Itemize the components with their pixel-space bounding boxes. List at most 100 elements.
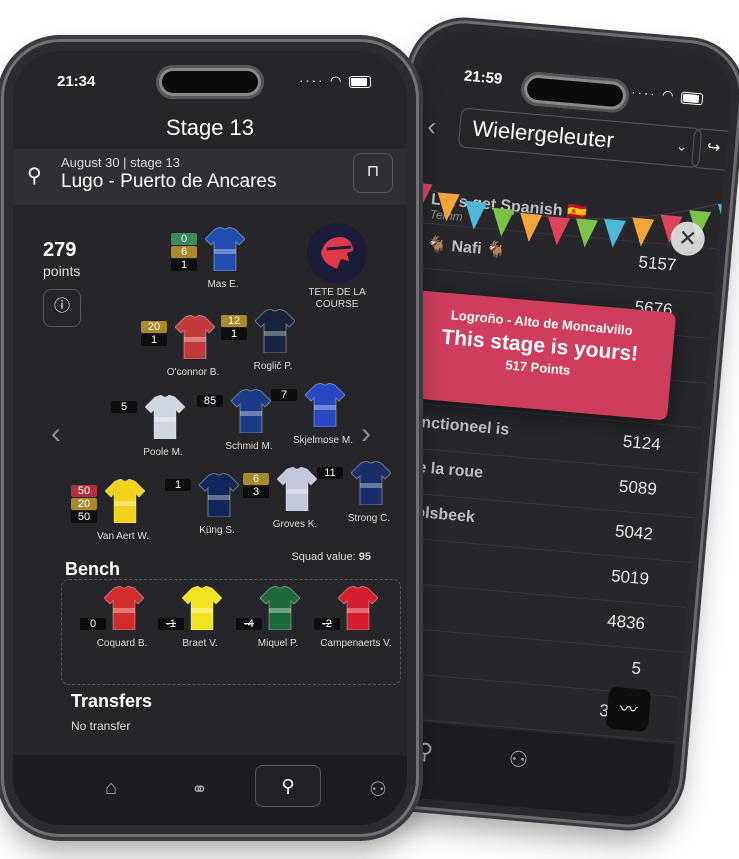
signal-icon: ···· xyxy=(299,73,325,88)
back-chevron-icon[interactable]: ‹ xyxy=(426,111,437,143)
points-chip: 20 xyxy=(71,498,97,510)
transfers-status: No transfer xyxy=(71,719,131,733)
jersey-icon xyxy=(174,314,216,360)
chart-button[interactable]: 〰 xyxy=(605,686,652,733)
bunting-flag xyxy=(717,204,735,233)
points-chip: -1 xyxy=(158,618,184,630)
jersey-icon xyxy=(337,585,379,631)
rider-points-chips: 20 1 xyxy=(141,321,167,347)
rider-name: Campenaerts V. xyxy=(320,638,392,649)
front-phone: 21:34 ···· ◠ Stage 13 ⚲ August 30 | stag… xyxy=(4,42,416,834)
squad-value: Squad value: 95 xyxy=(291,551,371,563)
ranking-points: 5124 xyxy=(622,431,662,455)
tab-profile-icon[interactable]: ⚇ xyxy=(369,777,387,802)
team-logo[interactable] xyxy=(307,223,367,283)
chevron-down-icon: ⌄ xyxy=(675,137,689,155)
transfers-title: Transfers xyxy=(71,691,153,711)
info-icon: ⓘ xyxy=(53,298,70,315)
ranking-team-name: unctioneel is xyxy=(410,413,510,439)
battery-icon xyxy=(349,75,371,88)
points-chip: 50 xyxy=(71,485,97,497)
rider-name: Roglič P. xyxy=(253,361,293,372)
stage-date: August 30 | stage 13 xyxy=(61,155,181,170)
bunting-flag xyxy=(576,218,598,248)
points-chip: 3 xyxy=(243,486,269,498)
tab-home-icon[interactable]: ⌂ xyxy=(105,777,117,800)
jersey-icon xyxy=(304,382,346,428)
ranking-points: 4836 xyxy=(606,611,646,634)
close-icon: ✕ xyxy=(677,224,699,252)
wifi-icon: ◠ xyxy=(661,86,677,104)
jersey-icon xyxy=(198,472,240,518)
tab-profile-icon[interactable]: ⚇ xyxy=(508,746,530,774)
share-icon: ↪ xyxy=(706,139,722,158)
rider-points-chips: -1 xyxy=(158,618,184,631)
stage-name: Lugo - Puerto de Ancares xyxy=(61,171,277,192)
stage-info-card: ⚲ August 30 | stage 13 Lugo - Puerto de … xyxy=(13,149,407,205)
ranking-team-name: de la roue xyxy=(407,458,484,482)
rider-points-chips: 7 xyxy=(271,389,297,402)
points-chip: 6 xyxy=(171,246,197,258)
points-label: points xyxy=(43,263,81,279)
status-icons: ···· ◠ xyxy=(631,84,704,106)
front-tab-bar: ⌂ ⚭ ⚲ ⚇ xyxy=(13,755,407,825)
points-chip: 20 xyxy=(141,321,167,333)
helmet-logo-icon xyxy=(307,223,367,283)
line-chart-icon: 〰 xyxy=(618,698,639,721)
previous-stage-arrow-icon[interactable]: ‹ xyxy=(51,417,61,451)
points-chip: 85 xyxy=(197,395,223,407)
signal-icon: ···· xyxy=(630,84,658,102)
bunting-flag xyxy=(465,200,488,230)
bunting-flag xyxy=(492,207,515,237)
jersey-icon xyxy=(103,585,145,631)
dynamic-island xyxy=(519,70,631,114)
podium-icon: ⊓ xyxy=(366,163,380,180)
battery-icon xyxy=(680,91,704,105)
tab-stage-route-icon[interactable]: ⚲ xyxy=(255,765,321,807)
rider-points-chips: 11 xyxy=(317,467,343,480)
front-screen: 21:34 ···· ◠ Stage 13 ⚲ August 30 | stag… xyxy=(13,51,407,825)
squad-value-number: 95 xyxy=(358,551,371,563)
rider-name: Skjelmose M. xyxy=(292,435,353,446)
rider-points-chips: 63 xyxy=(243,473,269,499)
ranking-points: 5089 xyxy=(618,476,658,499)
bunting-flag xyxy=(548,216,571,246)
info-button[interactable]: ⓘ xyxy=(43,289,81,327)
points-chip: 1 xyxy=(141,334,167,346)
jersey-icon xyxy=(276,466,318,512)
points-chip: 0 xyxy=(80,618,106,630)
rider-points-chips: 0 xyxy=(80,618,106,631)
points-chip: 12 xyxy=(221,315,247,327)
points-chip: 6 xyxy=(243,473,269,485)
rider-points-chips: 50 20 50 xyxy=(71,485,97,524)
bunting-flag xyxy=(632,217,655,247)
points-chip: 0 xyxy=(171,233,197,245)
status-icons: ···· ◠ xyxy=(299,73,371,89)
points-chip: 1 xyxy=(165,479,191,491)
bunting-flag xyxy=(520,212,543,242)
squad-value-label: Squad value: xyxy=(291,551,356,563)
stage-profile-button[interactable]: ⊓ xyxy=(353,153,393,193)
points-chip: 50 xyxy=(71,511,97,523)
bench-title: Bench xyxy=(65,559,121,579)
rider-points-chips: 5 xyxy=(111,401,137,414)
points-chip: -2 xyxy=(314,618,340,630)
stage-win-banner: Logroño - Alto de Moncalvillo This stage… xyxy=(401,289,677,421)
jersey-icon xyxy=(254,308,296,354)
status-time: 21:59 xyxy=(463,67,503,88)
ranking-points: 5 xyxy=(630,658,642,679)
team-name: TETE DE LA COURSE xyxy=(308,287,366,310)
tab-stage-map-icon[interactable]: ⚲ xyxy=(416,738,434,765)
bench-area: 0 Coquard B. -1 Braet V. -4 Miquel P. -2 Cam… xyxy=(61,579,401,685)
jersey-icon xyxy=(144,394,186,440)
tab-bike-icon[interactable]: ⚭ xyxy=(191,777,208,802)
route-icon: ⚲ xyxy=(27,165,42,187)
rider-name: Strong C. xyxy=(347,513,391,524)
jersey-icon xyxy=(104,478,146,524)
points-chip: 5 xyxy=(111,401,137,413)
rider-points-chips: -4 xyxy=(236,618,262,631)
jersey-icon xyxy=(259,585,301,631)
bunting-flag xyxy=(604,218,627,248)
points-chip: 11 xyxy=(317,467,343,479)
rider-points-chips: -2 xyxy=(314,618,340,631)
